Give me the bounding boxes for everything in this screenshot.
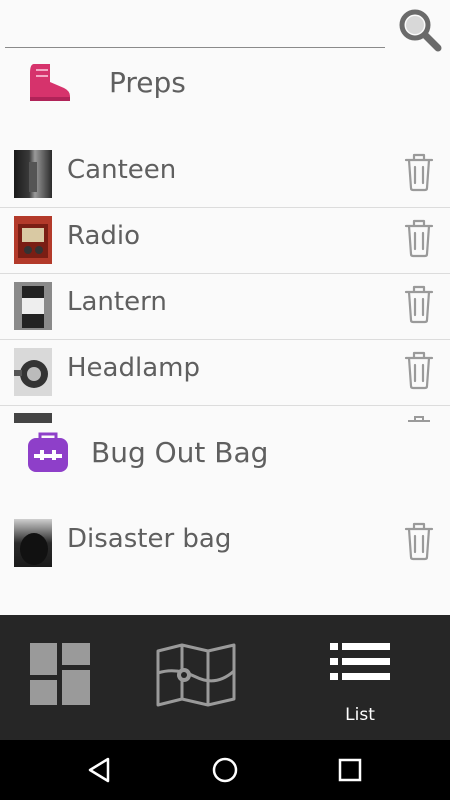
section-title: Preps	[109, 66, 186, 99]
list-item-radio[interactable]: Radio	[0, 208, 450, 274]
item-thumbnail	[14, 150, 52, 198]
tab-dashboard[interactable]	[0, 615, 120, 740]
home-circle-icon	[212, 757, 238, 783]
list-icon	[330, 643, 390, 680]
search-button[interactable]	[396, 6, 444, 54]
map-icon	[156, 643, 236, 707]
item-label: Disaster bag	[67, 524, 232, 554]
tab-map[interactable]	[140, 615, 250, 740]
list-item-clipped	[0, 405, 450, 423]
trash-icon	[404, 351, 434, 390]
item-label: Radio	[67, 221, 141, 251]
delete-button[interactable]	[402, 519, 436, 561]
recents-square-icon	[338, 758, 362, 782]
item-label: Lantern	[67, 287, 167, 317]
item-thumbnail	[14, 282, 52, 330]
bottom-navigation: List	[0, 615, 450, 740]
item-thumbnail	[14, 216, 52, 264]
trash-icon	[404, 153, 434, 192]
item-thumbnail	[14, 519, 52, 567]
list-item-headlamp[interactable]: Headlamp	[0, 340, 450, 406]
item-label: Headlamp	[67, 353, 200, 383]
search-bar	[0, 0, 450, 56]
list-item-canteen[interactable]: Canteen	[0, 142, 450, 208]
boot-icon	[24, 60, 72, 104]
list-item-disaster-bag[interactable]: Disaster bag	[0, 511, 450, 577]
trash-icon	[404, 285, 434, 324]
section-header-preps[interactable]: Preps	[0, 52, 450, 122]
back-button[interactable]	[84, 754, 116, 786]
system-navigation-bar	[0, 740, 450, 800]
tab-list[interactable]: List	[310, 615, 410, 740]
delete-button[interactable]	[402, 216, 436, 258]
trash-icon	[404, 522, 434, 561]
back-triangle-icon	[88, 757, 110, 783]
delete-button[interactable]	[402, 348, 436, 390]
delete-button[interactable]	[402, 282, 436, 324]
list-item-lantern[interactable]: Lantern	[0, 274, 450, 340]
home-button[interactable]	[209, 754, 241, 786]
delete-button[interactable]	[402, 150, 436, 192]
trash-icon	[404, 219, 434, 258]
item-thumbnail	[14, 348, 52, 396]
tab-label: List	[345, 705, 375, 725]
section-header-bug-out-bag[interactable]: Bug Out Bag	[0, 422, 450, 492]
search-icon	[399, 9, 442, 52]
item-label: Canteen	[67, 155, 177, 185]
search-input[interactable]	[5, 10, 385, 48]
dashboard-grid-icon	[30, 643, 90, 705]
backpack-icon	[24, 430, 72, 474]
section-title: Bug Out Bag	[91, 436, 269, 469]
recents-button[interactable]	[334, 754, 366, 786]
